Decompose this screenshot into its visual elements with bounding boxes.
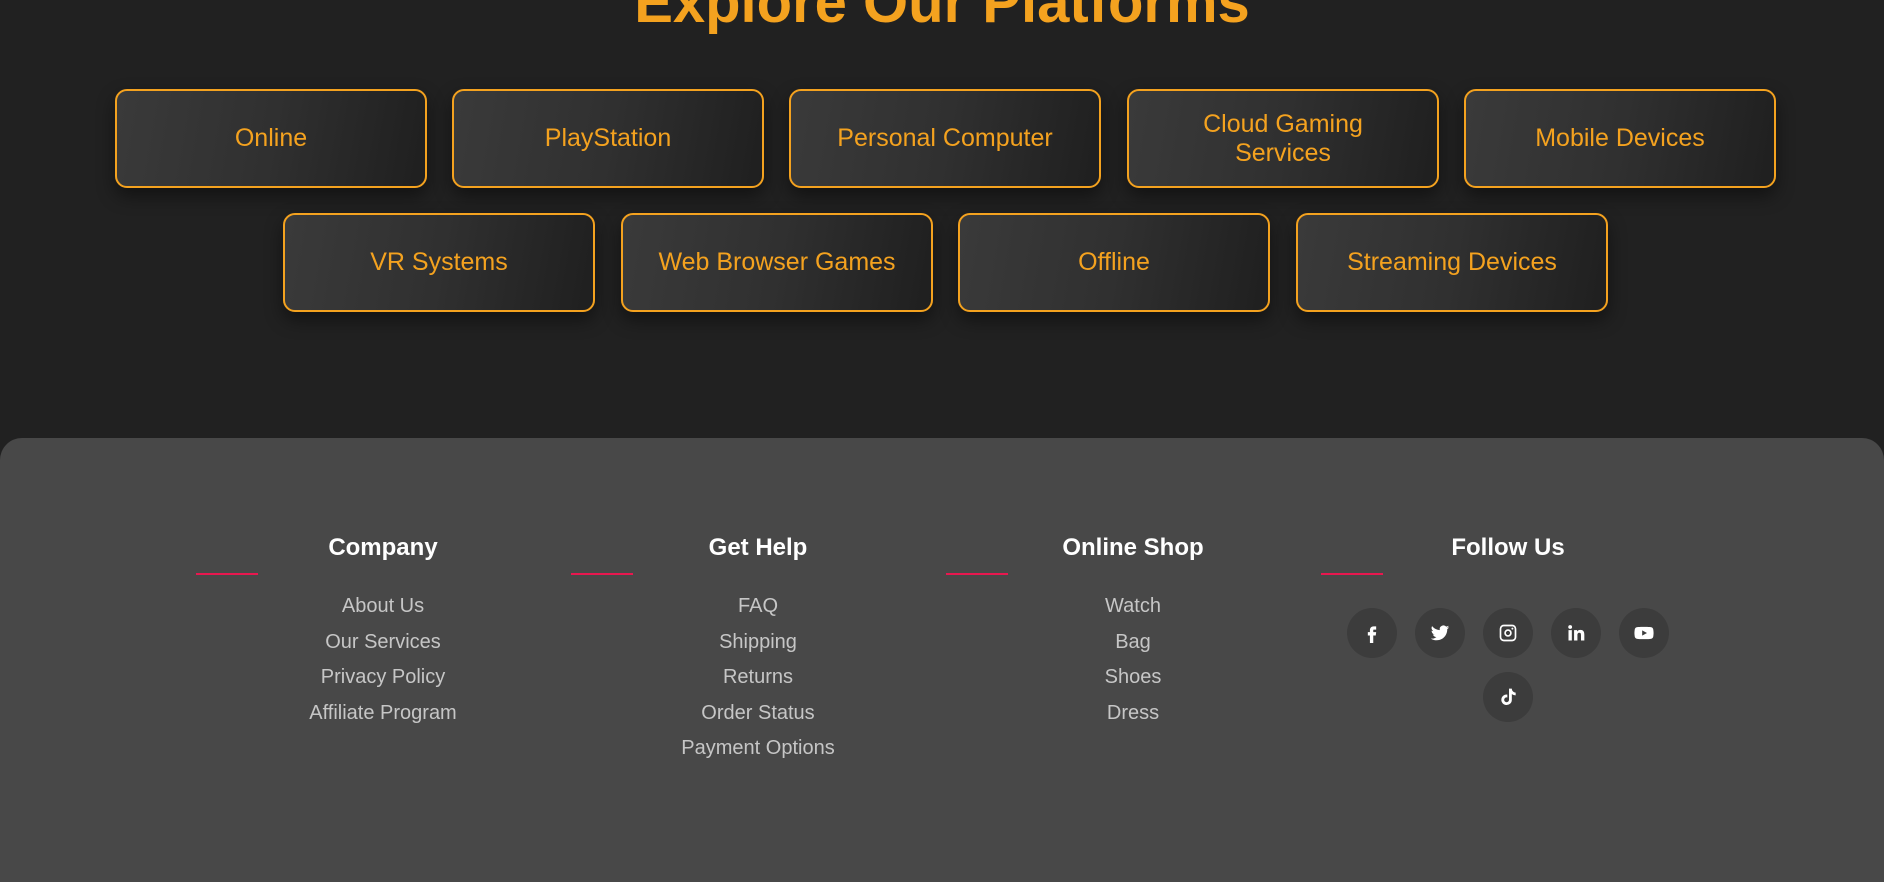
footer-link-shoes[interactable]: Shoes [1105, 666, 1162, 689]
footer-column-online-shop: Online Shop Watch Bag Shoes Dress [933, 534, 1333, 737]
linkedin-icon[interactable] [1551, 608, 1601, 658]
footer-link-returns[interactable]: Returns [723, 666, 793, 689]
footer-column-get-help: Get Help FAQ Shipping Returns Order Stat… [558, 534, 958, 773]
platform-button-playstation[interactable]: PlayStation [452, 89, 764, 188]
twitter-icon[interactable] [1415, 608, 1465, 658]
footer-link-affiliate-program[interactable]: Affiliate Program [309, 702, 456, 725]
platform-button-streaming-devices[interactable]: Streaming Devices [1296, 213, 1608, 312]
youtube-icon[interactable] [1619, 608, 1669, 658]
footer-link-our-services[interactable]: Our Services [325, 631, 441, 654]
footer-links: FAQ Shipping Returns Order Status Paymen… [681, 595, 834, 773]
instagram-icon[interactable] [1483, 608, 1533, 658]
footer-link-bag[interactable]: Bag [1115, 631, 1151, 654]
footer-link-shipping[interactable]: Shipping [719, 631, 797, 654]
platform-button-vr-systems[interactable]: VR Systems [283, 213, 595, 312]
footer-link-faq[interactable]: FAQ [738, 595, 778, 618]
site-footer: Company About Us Our Services Privacy Po… [0, 438, 1884, 882]
footer-links: About Us Our Services Privacy Policy Aff… [309, 595, 456, 737]
footer-column-follow-us: Follow Us [1308, 534, 1708, 562]
footer-column-company: Company About Us Our Services Privacy Po… [183, 534, 583, 737]
tiktok-icon[interactable] [1483, 672, 1533, 722]
footer-title-underline [196, 573, 258, 575]
footer-link-payment-options[interactable]: Payment Options [681, 737, 834, 760]
platform-button-offline[interactable]: Offline [958, 213, 1270, 312]
platform-button-cloud-gaming[interactable]: Cloud Gaming Services [1127, 89, 1439, 188]
footer-link-privacy-policy[interactable]: Privacy Policy [321, 666, 445, 689]
platform-button-personal-computer[interactable]: Personal Computer [789, 89, 1101, 188]
footer-column-title: Get Help [708, 534, 808, 561]
footer-column-title: Company [328, 534, 438, 561]
footer-title-underline [946, 573, 1008, 575]
facebook-icon[interactable] [1347, 608, 1397, 658]
social-links [1322, 608, 1694, 722]
platforms-title: Explore Our Platforms [634, 0, 1250, 35]
footer-column-title: Follow Us [1451, 534, 1565, 561]
footer-link-order-status[interactable]: Order Status [701, 702, 814, 725]
platform-button-web-browser-games[interactable]: Web Browser Games [621, 213, 933, 312]
footer-link-about-us[interactable]: About Us [342, 595, 424, 618]
platforms-section: Explore Our Platforms Online PlayStation… [0, 0, 1884, 460]
footer-link-dress[interactable]: Dress [1107, 702, 1159, 725]
footer-links: Watch Bag Shoes Dress [1105, 595, 1162, 737]
platform-button-mobile-devices[interactable]: Mobile Devices [1464, 89, 1776, 188]
footer-title-underline [1321, 573, 1383, 575]
footer-link-watch[interactable]: Watch [1105, 595, 1161, 618]
platform-button-online[interactable]: Online [115, 89, 427, 188]
footer-title-underline [571, 573, 633, 575]
footer-column-title: Online Shop [1062, 534, 1204, 561]
